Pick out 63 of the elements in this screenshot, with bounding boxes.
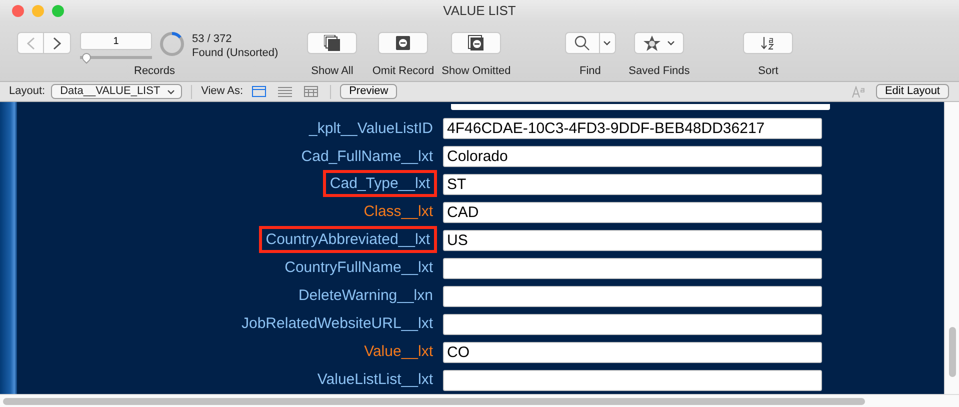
show-omitted-label: Show Omitted [442,64,511,79]
found-progress-ring [159,31,185,57]
caret-icon [603,40,612,46]
found-count: 53 / 372 [192,32,233,46]
input-field[interactable] [443,370,822,391]
chevron-left-icon [26,36,34,50]
chevron-right-icon [53,36,61,50]
horizontal-scrollbar-thumb[interactable] [3,398,865,405]
records-label: Records [134,64,175,79]
field-label: ValueListList__lxt [316,370,434,389]
view-as-label: View As: [201,84,244,100]
show-all-label: Show All [311,64,354,79]
input-field[interactable]: CAD [443,202,822,224]
field-label: _kplt__ValueListID [308,118,434,138]
next-record-button[interactable] [44,32,71,54]
input-field[interactable] [443,258,822,279]
field-label: DeleteWarning__lxn [297,286,434,306]
minus-square-icon [396,36,410,50]
found-status: Found (Unsorted) [192,46,278,60]
show-all-button[interactable] [307,32,358,54]
find-dropdown-button[interactable] [600,32,616,54]
show-omitted-button[interactable] [451,32,502,54]
input-field[interactable]: ST [443,174,822,196]
input-field[interactable]: CO [443,342,822,363]
table-view-icon [304,86,318,97]
window-title: VALUE LIST [443,2,516,20]
field-label: JobRelatedWebsiteURL__lxt [240,314,434,334]
field-label: Class__lxt [362,202,434,222]
form-view-icon [252,86,266,97]
layout-label: Layout: [9,84,46,100]
saved-finds-label: Saved Finds [628,64,690,79]
record-number-field[interactable]: 1 [80,32,152,50]
omit-label: Omit Record [372,64,434,79]
star-icon [643,34,662,52]
field-label: Value__lxt [363,342,434,361]
caret-icon [667,40,676,46]
stack-icon [324,35,340,51]
edit-layout-button[interactable]: Edit Layout [876,84,949,99]
input-field[interactable]: Colorado [443,146,822,168]
sort-icon [761,36,776,50]
layout-dropdown[interactable]: Data__VALUE_LIST [51,84,182,99]
caret-icon [167,88,176,94]
highlighted-field-label: CountryAbbreviated__lxt [258,226,437,254]
input-field[interactable] [443,286,822,307]
saved-finds-button[interactable] [634,32,684,54]
font-size-icon [852,86,866,98]
input-field[interactable] [443,314,822,335]
minus-square-stack-icon [468,35,484,51]
input-field[interactable]: US [443,230,822,252]
field-label: Cad_FullName__lxt [300,146,434,166]
search-icon [574,35,590,51]
vertical-scrollbar-thumb[interactable] [949,327,956,377]
input-field[interactable] [451,104,830,110]
list-view-icon [278,86,292,97]
sort-label: Sort [758,64,778,79]
field-label: CountryFullName__lxt [284,258,434,278]
find-button[interactable] [564,32,600,54]
omit-button[interactable] [378,32,428,54]
preview-button[interactable]: Preview [340,84,398,99]
find-label: Find [580,64,601,79]
input-field[interactable]: 4F46CDAE-10C3-4FD3-9DDF-BEB48DD36217 [443,118,822,140]
sort-button[interactable] [743,32,794,54]
highlighted-field-label: Cad_Type__lxt [322,170,437,198]
